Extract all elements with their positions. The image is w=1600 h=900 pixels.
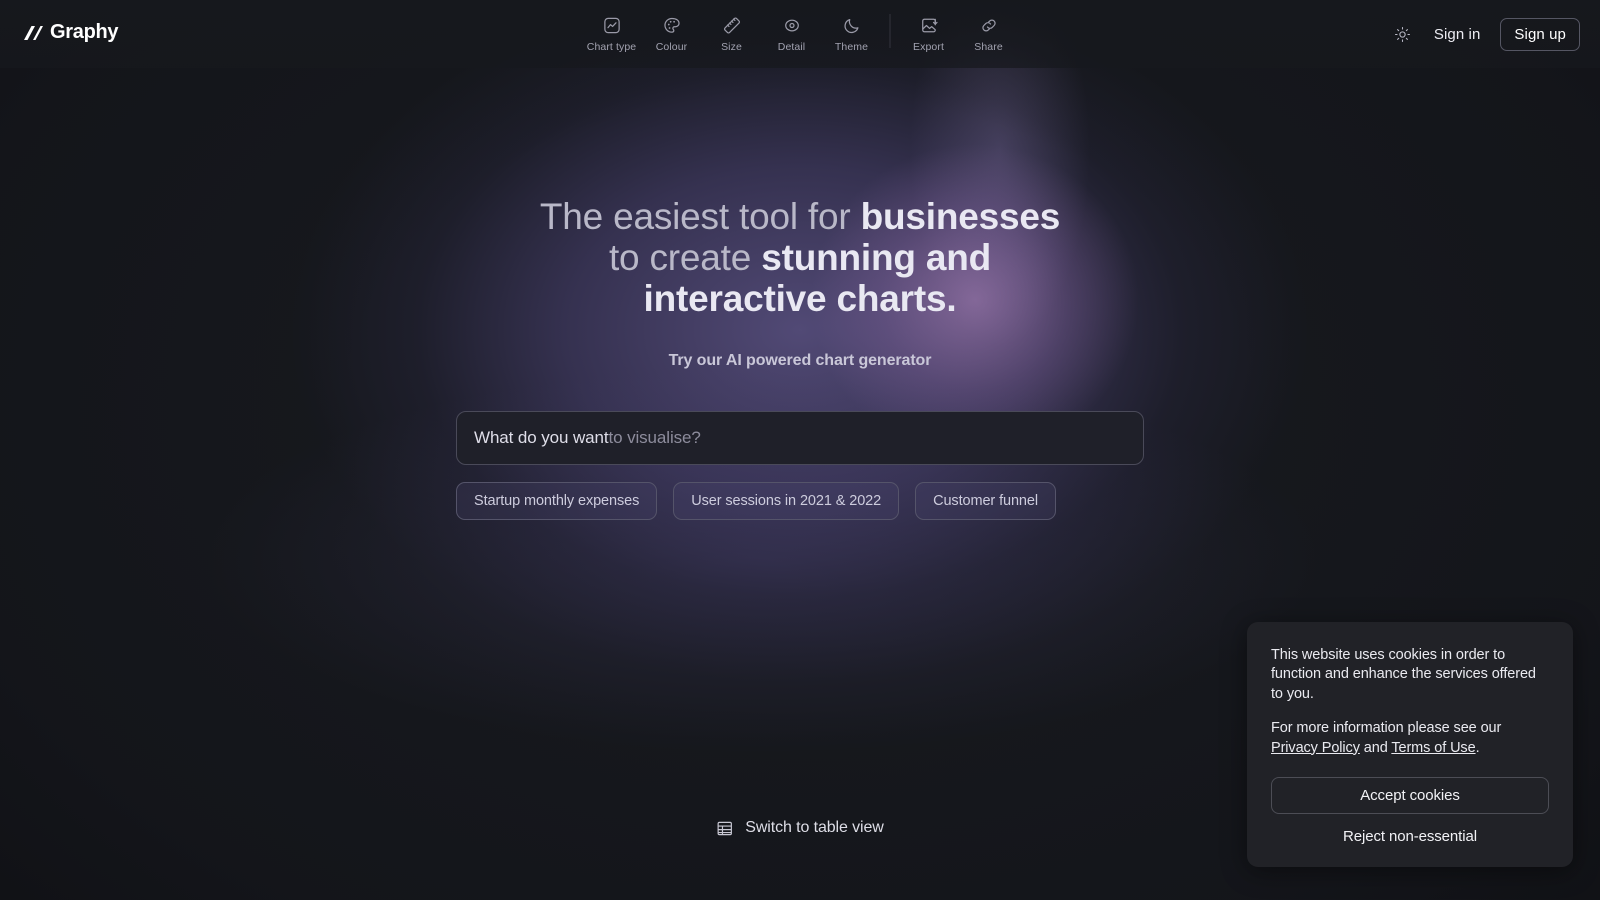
headline-line1-strong: businesses — [860, 196, 1061, 237]
toolbar-label-detail: Detail — [777, 41, 806, 53]
cookie-paragraph-2-suffix: . — [1475, 739, 1480, 756]
sign-in-link[interactable]: Sign in — [1434, 26, 1481, 43]
graphy-slash-mark-icon — [24, 25, 43, 40]
cookie-paragraph-2-prefix: For more information please see our — [1271, 720, 1502, 736]
hero-subheadline: Try our AI powered chart generator — [668, 352, 932, 369]
brand-name: Graphy — [50, 21, 119, 43]
toolbar-label-chart-type: Chart type — [586, 41, 637, 53]
prompt-typed-text: What do you want — [474, 428, 609, 447]
ruler-icon — [722, 14, 741, 36]
palette-icon — [662, 14, 681, 36]
headline-line2-normal: to create — [608, 237, 762, 278]
toolbar-label-size: Size — [721, 41, 742, 53]
sign-up-button[interactable]: Sign up — [1500, 17, 1580, 51]
terms-of-use-link[interactable]: Terms of Use — [1391, 740, 1475, 756]
toolbar-divider — [889, 14, 891, 48]
chart-type-icon — [602, 14, 621, 36]
cookie-paragraph-1: This website uses cookies in order to fu… — [1271, 646, 1536, 702]
prompt-input[interactable]: What do you want to visualise? — [456, 411, 1144, 465]
toolbar-item-export[interactable]: Export — [899, 8, 959, 53]
headline-line3-strong: interactive charts. — [643, 278, 957, 319]
cookie-paragraph-2-middle: and — [1359, 739, 1392, 756]
chart-toolbar: Chart type Colour Size Detail Theme Expo… — [582, 8, 1019, 53]
suggestion-chip-user-sessions[interactable]: User sessions in 2021 & 2022 — [673, 482, 900, 520]
account-controls: Sign in Sign up — [1392, 0, 1580, 68]
toolbar-item-share[interactable]: Share — [959, 8, 1019, 53]
headline-line2-strong: stunning and — [761, 237, 992, 278]
prompt-area: What do you want to visualise? — [456, 411, 1144, 465]
cookie-paragraph-2: For more information please see our Priv… — [1271, 719, 1549, 758]
reject-non-essential-button[interactable]: Reject non-essential — [1271, 828, 1549, 845]
toolbar-label-theme: Theme — [834, 41, 869, 53]
toolbar-item-detail[interactable]: Detail — [762, 8, 822, 53]
toolbar-item-theme[interactable]: Theme — [822, 8, 882, 53]
toolbar-item-size[interactable]: Size — [702, 8, 762, 53]
headline-line1-normal: The easiest tool for — [539, 196, 861, 237]
page-title: The easiest tool for businesses to creat… — [539, 196, 1061, 319]
table-icon — [716, 820, 733, 837]
privacy-policy-link[interactable]: Privacy Policy — [1271, 740, 1360, 756]
toolbar-label-export: Export — [913, 41, 944, 53]
suggestion-chip-customer-funnel[interactable]: Customer funnel — [915, 482, 1056, 520]
cookie-banner: This website uses cookies in order to fu… — [1247, 621, 1573, 867]
toolbar-label-share: Share — [974, 41, 1003, 53]
sun-icon[interactable] — [1392, 23, 1414, 45]
link-icon — [979, 14, 998, 36]
moon-icon — [842, 14, 861, 36]
top-bar: Graphy Chart type Colour Size Detail The… — [0, 0, 1600, 68]
suggestion-chips: Startup monthly expenses User sessions i… — [456, 482, 1144, 520]
brand-logo[interactable]: Graphy — [22, 21, 119, 44]
suggestion-chip-startup-monthly-expenses[interactable]: Startup monthly expenses — [456, 482, 658, 520]
export-image-icon — [919, 14, 938, 36]
switch-to-table-view-label: Switch to table view — [745, 819, 884, 836]
toolbar-item-colour[interactable]: Colour — [642, 8, 702, 53]
switch-to-table-view-button[interactable]: Switch to table view — [716, 819, 884, 837]
target-icon — [782, 14, 801, 36]
toolbar-label-colour: Colour — [655, 41, 688, 53]
prompt-ghost-text: to visualise? — [608, 428, 701, 447]
toolbar-item-chart-type[interactable]: Chart type — [582, 8, 642, 53]
accept-cookies-button[interactable]: Accept cookies — [1271, 777, 1549, 814]
